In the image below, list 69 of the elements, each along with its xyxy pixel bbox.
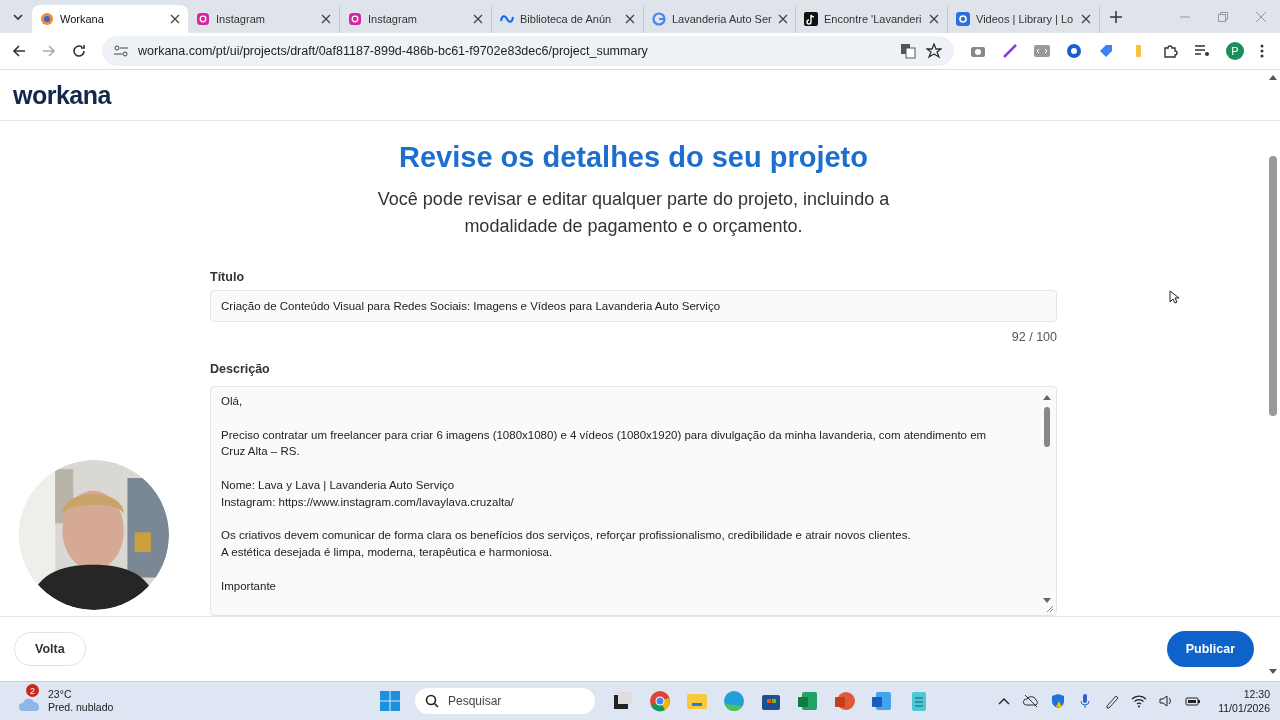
tab-favicon-icon bbox=[196, 12, 210, 27]
close-icon[interactable] bbox=[777, 14, 788, 25]
word-icon[interactable] bbox=[871, 690, 893, 713]
url-text: workana.com/pt/ui/projects/draft/0af81187-899d-486b-bc61-f9702e83dec6/project_summary bbox=[138, 44, 648, 59]
cloud-off-icon[interactable] bbox=[1023, 693, 1040, 710]
chrome-icon[interactable] bbox=[649, 690, 671, 713]
tab-title: Instagram bbox=[216, 13, 266, 26]
title-label: Título bbox=[210, 270, 245, 285]
windows-start-icon[interactable] bbox=[380, 691, 400, 712]
page-heading: Revise os detalhes do seu projeto bbox=[398, 141, 869, 175]
clock-time[interactable]: 12:30 bbox=[1243, 687, 1270, 702]
description-paragraph: Preciso contratar um freelancer para criar 6 imagens (1080x1080) e 4 vídeos (1080x1920) para divulgação da minha lavanderia, com atendimento em Cruz Alta – RS. bbox=[221, 427, 988, 460]
notification-badge: 2 bbox=[26, 684, 39, 698]
resize-handle-icon[interactable] bbox=[1046, 605, 1054, 614]
close-icon[interactable] bbox=[321, 14, 331, 25]
back-icon[interactable] bbox=[12, 44, 26, 59]
workana-logo[interactable]: workana bbox=[13, 80, 111, 110]
mouse-cursor-icon bbox=[1169, 290, 1179, 305]
tab-favicon-icon bbox=[652, 12, 666, 27]
search-icon bbox=[425, 694, 439, 709]
back-button[interactable]: Volta bbox=[14, 632, 86, 667]
site-info-icon[interactable] bbox=[114, 45, 128, 58]
reload-icon[interactable] bbox=[72, 44, 86, 59]
wifi-icon[interactable] bbox=[1131, 693, 1148, 710]
weather-text: Pred. nublado bbox=[48, 701, 114, 715]
title-field[interactable]: Criação de Conteúdo Visual para Redes Sociais: Imagens e Vídeos para Lavanderia Auto Serviço bbox=[210, 290, 1057, 323]
close-icon[interactable] bbox=[625, 14, 635, 25]
taskbar-search-field[interactable]: Pesquisar bbox=[415, 688, 595, 715]
close-icon[interactable] bbox=[1081, 14, 1091, 25]
tab-title: Lavanderia Auto Ser bbox=[672, 13, 772, 26]
new-tab-icon[interactable] bbox=[1110, 10, 1122, 23]
publish-button[interactable]: Publicar bbox=[1166, 631, 1254, 668]
tab-title: Workana bbox=[60, 13, 105, 26]
tag-icon[interactable] bbox=[1098, 43, 1114, 60]
extension-icon[interactable] bbox=[1066, 43, 1082, 60]
puzzle-icon[interactable] bbox=[1162, 43, 1178, 60]
translate-icon[interactable] bbox=[900, 43, 916, 60]
description-paragraph: Nome: Lava y Lava | Lavanderia Auto Serviço Instagram: https://www.instagram.com/lavaylava.cruzalta/ bbox=[221, 478, 515, 510]
code-icon[interactable] bbox=[1034, 43, 1050, 60]
tab-favicon-icon bbox=[40, 12, 54, 27]
page-subheading: Você pode revisar e editar qualquer parte do projeto, incluindo a modalidade de pagamento e o orçamento. bbox=[376, 188, 891, 239]
powerpoint-icon[interactable] bbox=[834, 690, 856, 713]
tab-title: Encontre 'Lavanderi bbox=[824, 13, 923, 26]
temperature-text: 23°C bbox=[48, 688, 73, 702]
description-label: Descrição bbox=[210, 362, 271, 377]
excel-icon[interactable] bbox=[797, 690, 819, 713]
description-field[interactable] bbox=[210, 386, 1057, 617]
tab-title: Instagram bbox=[368, 13, 418, 26]
profile-avatar[interactable]: P bbox=[1226, 42, 1244, 61]
tab-title: Videos | Library | Lo bbox=[976, 13, 1075, 26]
browser-tab[interactable]: Workana bbox=[32, 5, 188, 34]
description-paragraph: Importante bbox=[221, 578, 277, 594]
close-icon[interactable] bbox=[170, 14, 180, 25]
address-bar[interactable]: workana.com/pt/ui/projects/draft/0af81187-899d-486b-bc61-f9702e83dec6/project_summary bbox=[102, 36, 954, 67]
clock-date[interactable]: 11/01/2026 bbox=[1218, 701, 1270, 716]
pen-icon[interactable] bbox=[1104, 693, 1121, 710]
tab-favicon-icon bbox=[956, 12, 970, 27]
description-paragraph: Olá, bbox=[221, 394, 244, 410]
close-icon[interactable] bbox=[929, 14, 939, 25]
tab-favicon-icon bbox=[804, 12, 818, 27]
description-paragraph: Os criativos devem comunicar de forma clara os benefícios dos serviços, reforçar profissionalismo, credibilidade e atrair novos clientes. A estética desejada é limpa, moderna, terapêutica e harmoniosa. bbox=[221, 528, 912, 561]
tab-title: Biblioteca de Anún bbox=[520, 13, 613, 26]
pen-icon[interactable] bbox=[1002, 43, 1018, 60]
tab-favicon-icon bbox=[348, 12, 362, 27]
bookmark-star-icon[interactable] bbox=[926, 43, 942, 60]
character-counter: 92 / 100 bbox=[1010, 330, 1057, 345]
close-icon[interactable] bbox=[473, 14, 483, 25]
more-icon[interactable] bbox=[1260, 44, 1264, 59]
shield-icon[interactable] bbox=[1050, 693, 1067, 710]
